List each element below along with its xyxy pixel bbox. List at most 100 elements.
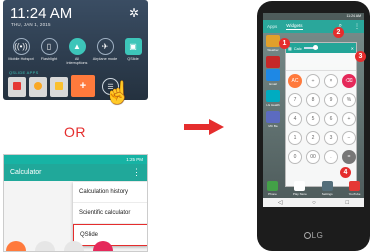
dock-label: Settings [321,192,333,196]
qslide-app-calendar[interactable] [8,77,26,97]
dock-item-phone[interactable]: Phone [265,181,280,196]
calc-key[interactable]: 9 [324,93,338,107]
phone-icon [267,181,278,191]
qs-toggle-flashlight[interactable]: ▯ Flashlight [36,38,62,65]
close-icon[interactable]: ✕ [351,46,354,51]
calc-key[interactable]: − [342,131,356,145]
qs-toggle-airplane[interactable]: ✈ Airplane mode [92,38,118,65]
calc-key[interactable]: 8 [306,93,320,107]
qslide-apps-label: QSLIDE APPS [9,70,39,75]
calc-key[interactable]: + [342,112,356,126]
calculator-button-row [6,241,113,251]
qslide-app-memo[interactable] [50,77,68,97]
calc-key[interactable]: AC [288,74,302,88]
qslide-apps-row: + ☰ [8,75,119,99]
overflow-menu-icon[interactable]: ⋮ [354,23,360,30]
calc-key[interactable]: 6 [324,112,338,126]
app-label: MC Ba [268,124,278,128]
app-bar: Calculator ⋮ [4,164,147,181]
app-label: LG Health [266,103,280,107]
home-dock: Phone Play Store Settings YouTube [265,181,362,196]
settings-icon [321,181,333,191]
phone-device: 11:24 AM Apps Widgets ⌕ ⋮ Weather Email … [257,1,370,251]
email-app-icon[interactable] [266,69,280,81]
calc-key[interactable]: 7 [288,93,302,107]
hotspot-icon: ((•)) [12,38,30,55]
calc-key[interactable]: 3 [324,131,338,145]
qs-toggle-label: Mobile Hotspot [8,57,34,61]
phone-status-bar: 11:24 AM [263,13,364,20]
play-store-icon [294,181,306,191]
qs-toggle-hotspot[interactable]: ((•)) Mobile Hotspot [8,38,34,65]
calc-key[interactable]: × [324,74,338,88]
calc-key[interactable]: 2 [306,131,320,145]
health-app-icon[interactable] [266,90,280,102]
dock-item-play-store[interactable]: Play Store [292,181,307,196]
qslide-add-button[interactable]: + [71,75,95,97]
news-app-icon[interactable] [266,56,280,68]
qs-toggle-label: Airplane mode [92,57,118,61]
calc-key[interactable]: % [342,93,356,107]
callout-badge: 4 [340,167,351,178]
qslide-title-bar[interactable]: ▦ Calc ✕ [286,43,356,53]
nav-bar: ◁ ○ □ [263,198,364,207]
overflow-menu-icon[interactable]: ⋮ [132,167,141,178]
right-arrow-icon [184,119,224,135]
airplane-icon: ✈ [96,38,114,55]
calc-keypad: AC ÷ × ⌫ 7 8 9 % 4 5 6 + 1 2 3 − 0 00 . … [288,74,356,164]
lg-logo-icon [303,232,311,239]
app-icon[interactable] [266,111,280,123]
calc-button[interactable] [64,241,84,251]
qslide-window[interactable]: ▦ Calc ✕ AC ÷ × ⌫ 7 8 9 % 4 5 6 + 1 2 3 … [285,42,357,187]
flashlight-icon: ▯ [40,38,58,55]
recents-icon[interactable]: □ [346,200,350,206]
brand-logo: LG [257,231,370,240]
app-title: Calculator [10,169,42,176]
qs-toggle-label: Flashlight [40,57,58,61]
calc-button[interactable] [93,241,113,251]
calc-key[interactable]: . [324,150,338,164]
launcher-tabs: Apps Widgets ⌕ ⋮ [263,20,364,33]
calc-key[interactable]: 1 [288,131,302,145]
qs-toggle-interruptions[interactable]: ▲ All interruptions [64,38,90,65]
calc-key[interactable]: ⌫ [342,74,356,88]
tab-apps[interactable]: Apps [267,24,277,30]
calc-key[interactable]: 4 [288,112,302,126]
transparency-slider[interactable] [303,45,318,50]
qslide-app-clock[interactable] [29,77,47,97]
qs-toggle-label: All interruptions [66,57,88,66]
calc-display [286,53,356,71]
tab-widgets[interactable]: Widgets [286,23,303,30]
menu-item-scientific[interactable]: Scientific calculator [73,203,147,224]
youtube-icon [348,181,360,191]
app-label: Email [269,82,277,86]
back-icon[interactable]: ◁ [278,199,283,206]
gear-icon[interactable]: ✲ [129,6,139,20]
calculator-menu-panel: 1:25 PM Calculator ⋮ Calculation history… [3,154,148,252]
dock-item-youtube[interactable]: YouTube [347,181,362,196]
menu-item-history[interactable]: Calculation history [73,182,147,203]
calc-key[interactable]: ÷ [306,74,320,88]
bell-icon: ▲ [68,38,86,55]
calc-key[interactable]: 5 [306,112,320,126]
qs-toggle-qslide[interactable]: ▣ QSlide [120,38,146,65]
calc-key[interactable]: 00 [306,150,320,164]
dock-item-settings[interactable]: Settings [320,181,335,196]
qslide-title: Calc [293,45,302,51]
home-icon[interactable]: ○ [312,200,316,206]
overflow-menu: Calculation history Scientific calculato… [73,182,147,246]
calc-key[interactable]: = [342,150,356,164]
calc-key[interactable]: 0 [288,150,302,164]
app-label: Weather [267,48,279,52]
dock-label: Phone [268,192,277,196]
weather-app-icon[interactable] [266,35,280,47]
calc-button[interactable] [6,241,26,251]
callout-badge: 3 [355,51,366,62]
qs-toggle-row: ((•)) Mobile Hotspot ▯ Flashlight ▲ All … [8,38,146,65]
brand-text: LG [311,231,324,240]
calc-button[interactable] [35,241,55,251]
callout-badge: 2 [333,27,344,38]
status-bar: 1:25 PM [4,155,147,164]
qslide-icon: ▣ [124,38,142,55]
callout-badge: 1 [279,38,290,49]
